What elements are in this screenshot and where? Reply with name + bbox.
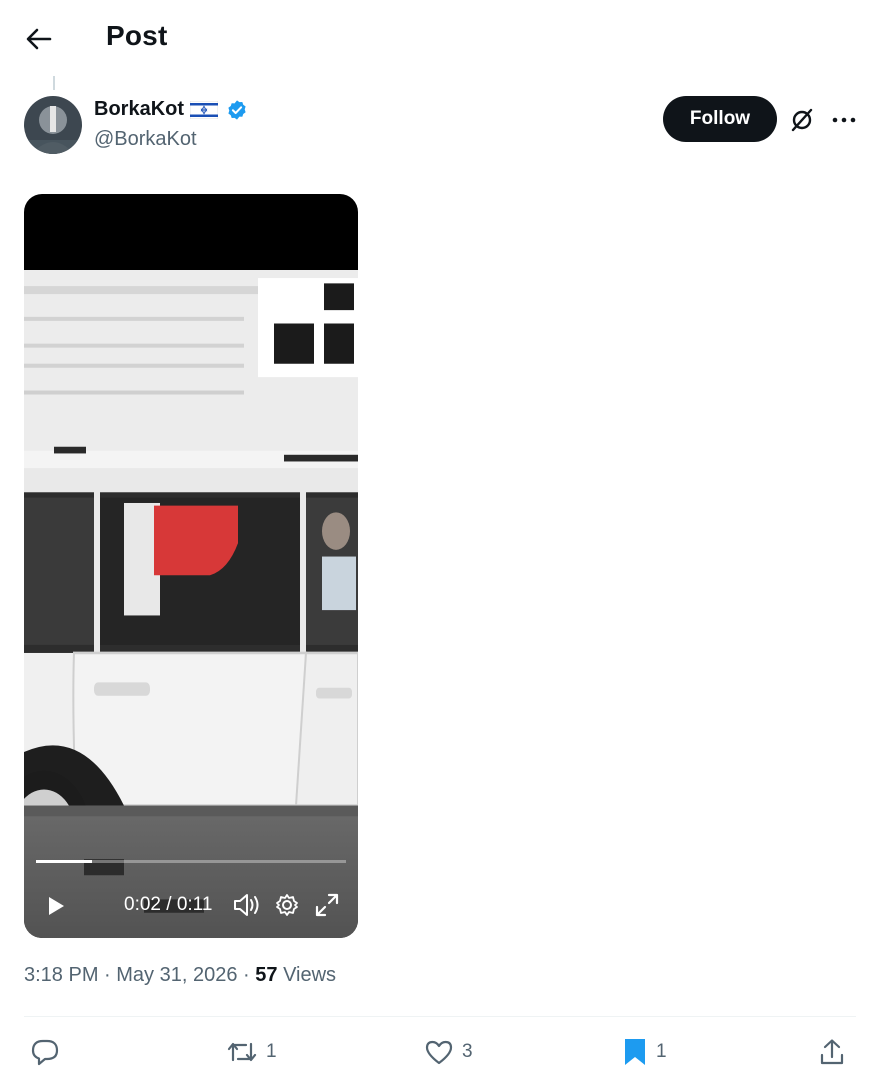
avatar[interactable] <box>24 96 82 154</box>
expand-icon <box>315 893 339 917</box>
play-button[interactable] <box>44 892 68 920</box>
share-button[interactable] <box>818 1034 846 1070</box>
avatar-image <box>24 96 82 154</box>
verified-badge-icon <box>228 99 246 120</box>
top-bar: Post <box>0 0 880 76</box>
bookmark-icon <box>625 1039 645 1065</box>
like-count: 3 <box>462 1041 473 1062</box>
video-progress-fill <box>36 860 92 863</box>
back-button[interactable] <box>22 22 56 56</box>
grok-button[interactable] <box>786 104 818 136</box>
reply-icon <box>31 1039 59 1066</box>
gear-icon <box>276 894 298 916</box>
fullscreen-button[interactable] <box>314 892 340 918</box>
video-frame <box>24 270 358 938</box>
israel-flag-icon <box>190 100 219 119</box>
repost-icon <box>227 1042 257 1062</box>
video-time: 0:02 / 0:11 <box>124 894 213 915</box>
like-button[interactable]: 3 <box>424 1034 473 1070</box>
heart-icon <box>425 1040 453 1065</box>
video-progress-bar[interactable] <box>36 860 346 863</box>
more-options-button[interactable] <box>828 104 860 136</box>
volume-button[interactable] <box>232 892 260 918</box>
grok-icon <box>791 108 813 132</box>
reply-button[interactable] <box>30 1034 68 1070</box>
bookmark-button[interactable]: 1 <box>622 1034 667 1070</box>
play-icon <box>49 897 64 915</box>
display-name[interactable]: BorkaKot <box>94 98 184 121</box>
post-time[interactable]: 3:18 PM <box>24 964 98 986</box>
repost-button[interactable]: 1 <box>226 1034 277 1070</box>
meta-separator: · <box>243 964 256 986</box>
share-icon <box>820 1039 844 1065</box>
follow-button[interactable]: Follow <box>663 96 777 142</box>
bookmark-count: 1 <box>656 1041 667 1062</box>
post-meta: 3:18 PM · May 31, 2026 · 57 Views <box>24 964 336 987</box>
repost-count: 1 <box>266 1041 277 1062</box>
author-name-row[interactable]: BorkaKot <box>94 98 248 121</box>
views-count: 57 <box>255 964 278 986</box>
author-handle[interactable]: @BorkaKot <box>94 128 197 151</box>
divider <box>24 1016 856 1017</box>
page-title: Post <box>106 20 168 51</box>
settings-button[interactable] <box>274 892 300 918</box>
volume-icon <box>234 894 259 916</box>
thread-line <box>53 76 55 90</box>
video-player[interactable]: 0:02 / 0:11 <box>24 194 358 938</box>
post-date[interactable]: May 31, 2026 <box>116 964 237 986</box>
meta-separator: · <box>104 964 117 986</box>
views-label: Views <box>283 964 337 986</box>
arrow-left-icon <box>26 28 52 50</box>
more-dots-icon <box>832 117 856 123</box>
